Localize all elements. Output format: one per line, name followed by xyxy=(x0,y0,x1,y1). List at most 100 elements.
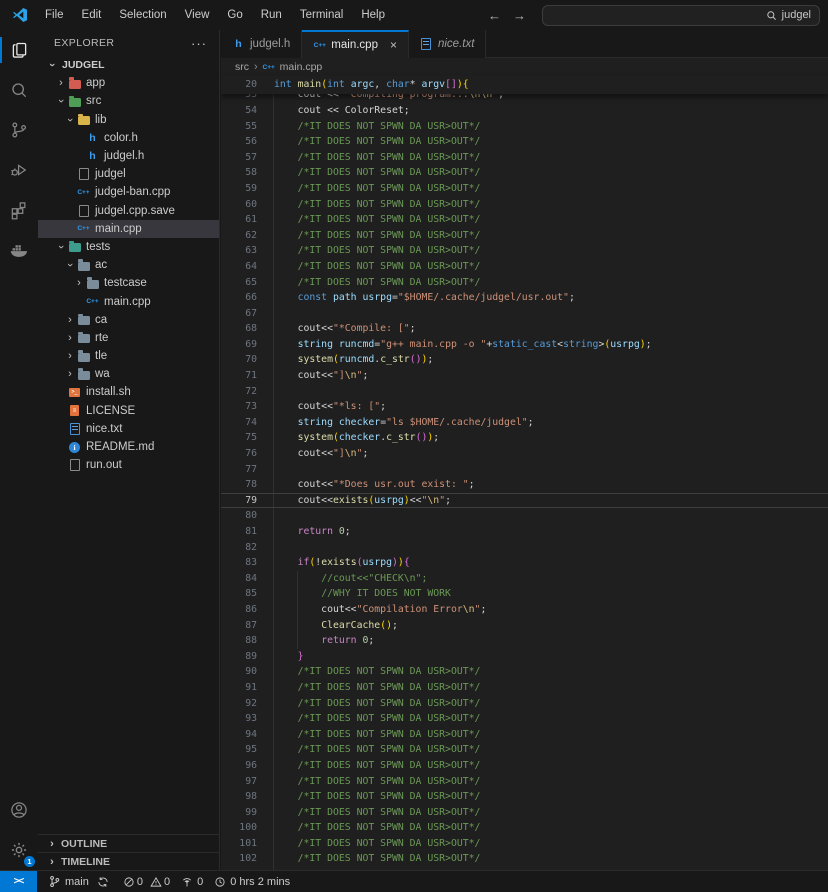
activity-explorer-icon[interactable] xyxy=(0,30,38,70)
code-line-71[interactable]: 71 cout<<"]\n"; xyxy=(221,368,828,384)
menu-run[interactable]: Run xyxy=(252,0,291,30)
code-line-58[interactable]: 58 /*IT DOES NOT SPWN DA USR>OUT*/ xyxy=(221,165,828,181)
tree-item-license[interactable]: ›≡LICENSE xyxy=(38,402,219,420)
menu-edit[interactable]: Edit xyxy=(73,0,111,30)
tree-item-run.out[interactable]: ›run.out xyxy=(38,456,219,474)
code-line-74[interactable]: 74 string checker="ls $HOME/.cache/judge… xyxy=(221,415,828,431)
code-line-54[interactable]: 54 cout << ColorReset; xyxy=(221,103,828,119)
tree-item-judgel.h[interactable]: ›hjudgel.h xyxy=(38,147,219,165)
menu-view[interactable]: View xyxy=(176,0,219,30)
tree-item-main.cpp[interactable]: ›C++main.cpp xyxy=(38,220,219,238)
code-line-81[interactable]: 81 return 0; xyxy=(221,524,828,540)
code-area[interactable]: 53 cout << "Compiling program...\n\n";54… xyxy=(221,76,828,870)
tree-item-rte[interactable]: ›rte xyxy=(38,329,219,347)
menu-file[interactable]: File xyxy=(36,0,73,30)
code-line-82[interactable]: 82 xyxy=(221,540,828,556)
sticky-scroll-line[interactable]: 20int main(int argc, char* argv[]){ xyxy=(221,76,828,94)
code-line-63[interactable]: 63 /*IT DOES NOT SPWN DA USR>OUT*/ xyxy=(221,243,828,259)
code-line-95[interactable]: 95 /*IT DOES NOT SPWN DA USR>OUT*/ xyxy=(221,742,828,758)
close-icon[interactable]: × xyxy=(390,38,397,52)
code-line-57[interactable]: 57 /*IT DOES NOT SPWN DA USR>OUT*/ xyxy=(221,150,828,166)
code-line-88[interactable]: 88 return 0; xyxy=(221,633,828,649)
code-line-87[interactable]: 87 ClearCache(); xyxy=(221,618,828,634)
activity-extensions-icon[interactable] xyxy=(0,190,38,230)
code-line-90[interactable]: 90 /*IT DOES NOT SPWN DA USR>OUT*/ xyxy=(221,664,828,680)
tab-judgel.h[interactable]: hjudgel.h xyxy=(221,30,302,58)
menu-terminal[interactable]: Terminal xyxy=(291,0,352,30)
tree-item-color.h[interactable]: ›hcolor.h xyxy=(38,129,219,147)
tree-item-judgel.cpp.save[interactable]: ›judgel.cpp.save xyxy=(38,202,219,220)
forward-icon[interactable]: → xyxy=(513,8,526,23)
tree-item-ac[interactable]: ›ac xyxy=(38,256,219,274)
code-line-102[interactable]: 102 /*IT DOES NOT SPWN DA USR>OUT*/ xyxy=(221,851,828,867)
tree-item-src[interactable]: ›src xyxy=(38,92,219,110)
code-line-65[interactable]: 65 /*IT DOES NOT SPWN DA USR>OUT*/ xyxy=(221,275,828,291)
code-line-60[interactable]: 60 /*IT DOES NOT SPWN DA USR>OUT*/ xyxy=(221,197,828,213)
code-line-75[interactable]: 75 system(checker.c_str()); xyxy=(221,430,828,446)
problems-status[interactable]: 0 0 xyxy=(123,876,170,888)
code-line-59[interactable]: 59 /*IT DOES NOT SPWN DA USR>OUT*/ xyxy=(221,181,828,197)
breadcrumb-folder[interactable]: src xyxy=(235,61,249,73)
command-center-search[interactable]: judgel xyxy=(542,5,820,26)
code-line-62[interactable]: 62 /*IT DOES NOT SPWN DA USR>OUT*/ xyxy=(221,228,828,244)
code-line-89[interactable]: 89 } xyxy=(221,649,828,665)
code-line-61[interactable]: 61 /*IT DOES NOT SPWN DA USR>OUT*/ xyxy=(221,212,828,228)
tab-nice.txt[interactable]: nice.txt xyxy=(409,30,486,58)
code-line-92[interactable]: 92 /*IT DOES NOT SPWN DA USR>OUT*/ xyxy=(221,696,828,712)
broadcast-status[interactable]: 0 xyxy=(181,876,203,888)
code-line-79[interactable]: 79 cout<<exists(usrpg)<<"\n"; xyxy=(221,493,828,509)
activity-settings-icon[interactable]: 1 xyxy=(0,830,38,870)
code-line-91[interactable]: 91 /*IT DOES NOT SPWN DA USR>OUT*/ xyxy=(221,680,828,696)
code-line-69[interactable]: 69 string runcmd="g++ main.cpp -o "+stat… xyxy=(221,337,828,353)
code-line-83[interactable]: 83 if(!exists(usrpg)){ xyxy=(221,555,828,571)
time-tracker-status[interactable]: 0 hrs 2 mins xyxy=(214,876,290,888)
code-line-99[interactable]: 99 /*IT DOES NOT SPWN DA USR>OUT*/ xyxy=(221,805,828,821)
code-line-96[interactable]: 96 /*IT DOES NOT SPWN DA USR>OUT*/ xyxy=(221,758,828,774)
code-line-98[interactable]: 98 /*IT DOES NOT SPWN DA USR>OUT*/ xyxy=(221,789,828,805)
activity-source-control-icon[interactable] xyxy=(0,110,38,150)
code-line-97[interactable]: 97 /*IT DOES NOT SPWN DA USR>OUT*/ xyxy=(221,774,828,790)
breadcrumb-file[interactable]: main.cpp xyxy=(280,61,323,73)
more-actions-icon[interactable]: ··· xyxy=(191,36,207,51)
tree-item-ca[interactable]: ›ca xyxy=(38,311,219,329)
code-line-78[interactable]: 78 cout<<"*Does usr.out exist: "; xyxy=(221,477,828,493)
code-line-76[interactable]: 76 cout<<"]\n"; xyxy=(221,446,828,462)
panel-outline[interactable]: ›OUTLINE xyxy=(38,834,219,852)
code-line-64[interactable]: 64 /*IT DOES NOT SPWN DA USR>OUT*/ xyxy=(221,259,828,275)
code-line-66[interactable]: 66 const path usrpg="$HOME/.cache/judgel… xyxy=(221,290,828,306)
tree-item-app[interactable]: ›app xyxy=(38,74,219,92)
tree-item-readme.md[interactable]: ›iREADME.md xyxy=(38,438,219,456)
code-line-85[interactable]: 85 //WHY IT DOES NOT WORK xyxy=(221,586,828,602)
tree-item-judgel[interactable]: ›JUDGEL xyxy=(38,56,219,74)
code-line-100[interactable]: 100 /*IT DOES NOT SPWN DA USR>OUT*/ xyxy=(221,820,828,836)
menu-go[interactable]: Go xyxy=(218,0,251,30)
activity-search-icon[interactable] xyxy=(0,70,38,110)
menu-selection[interactable]: Selection xyxy=(110,0,175,30)
menu-help[interactable]: Help xyxy=(352,0,394,30)
code-line-70[interactable]: 70 system(runcmd.c_str()); xyxy=(221,352,828,368)
remote-indicator[interactable]: >< xyxy=(0,871,37,892)
tree-item-lib[interactable]: ›lib xyxy=(38,111,219,129)
code-line-73[interactable]: 73 cout<<"*ls: ["; xyxy=(221,399,828,415)
tree-item-main.cpp[interactable]: ›C++main.cpp xyxy=(38,292,219,310)
code-line-80[interactable]: 80 xyxy=(221,508,828,524)
tree-item-tle[interactable]: ›tle xyxy=(38,347,219,365)
tree-item-tests[interactable]: ›tests xyxy=(38,238,219,256)
tree-item-nice.txt[interactable]: ›nice.txt xyxy=(38,420,219,438)
activity-accounts-icon[interactable] xyxy=(0,790,38,830)
code-line-55[interactable]: 55 /*IT DOES NOT SPWN DA USR>OUT*/ xyxy=(221,119,828,135)
code-line-68[interactable]: 68 cout<<"*Compile: ["; xyxy=(221,321,828,337)
tree-item-judgel[interactable]: ›judgel xyxy=(38,165,219,183)
tree-item-judgel-ban.cpp[interactable]: ›C++judgel-ban.cpp xyxy=(38,183,219,201)
panel-timeline[interactable]: ›TIMELINE xyxy=(38,852,219,870)
tree-item-testcase[interactable]: ›testcase xyxy=(38,274,219,292)
code-line-72[interactable]: 72 xyxy=(221,384,828,400)
activity-run-debug-icon[interactable] xyxy=(0,150,38,190)
code-line-93[interactable]: 93 /*IT DOES NOT SPWN DA USR>OUT*/ xyxy=(221,711,828,727)
git-branch-status[interactable]: main xyxy=(48,875,109,888)
code-line-94[interactable]: 94 /*IT DOES NOT SPWN DA USR>OUT*/ xyxy=(221,727,828,743)
sticky-code-line[interactable]: 20int main(int argc, char* argv[]){ xyxy=(221,76,828,94)
code-line-86[interactable]: 86 cout<<"Compilation Error\n"; xyxy=(221,602,828,618)
code-line-84[interactable]: 84 //cout<<"CHECK\n"; xyxy=(221,571,828,587)
code-line-101[interactable]: 101 /*IT DOES NOT SPWN DA USR>OUT*/ xyxy=(221,836,828,852)
